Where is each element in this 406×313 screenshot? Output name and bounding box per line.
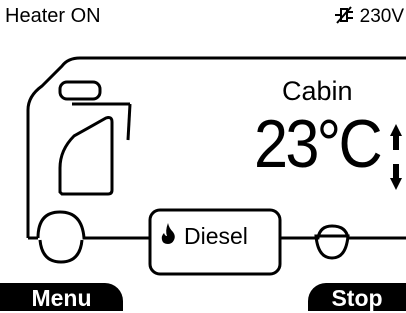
cabin-temperature: 23°C: [254, 106, 383, 182]
up-down-arrows-icon[interactable]: [389, 122, 403, 192]
flame-icon: [160, 222, 176, 249]
heater-display: Heater ON 230V Cabin 23°C Diesel Menu St…: [0, 0, 406, 311]
fuel-source-box: Diesel: [160, 222, 248, 249]
fuel-label: Diesel: [184, 222, 248, 249]
cabin-label: Cabin: [282, 76, 353, 106]
